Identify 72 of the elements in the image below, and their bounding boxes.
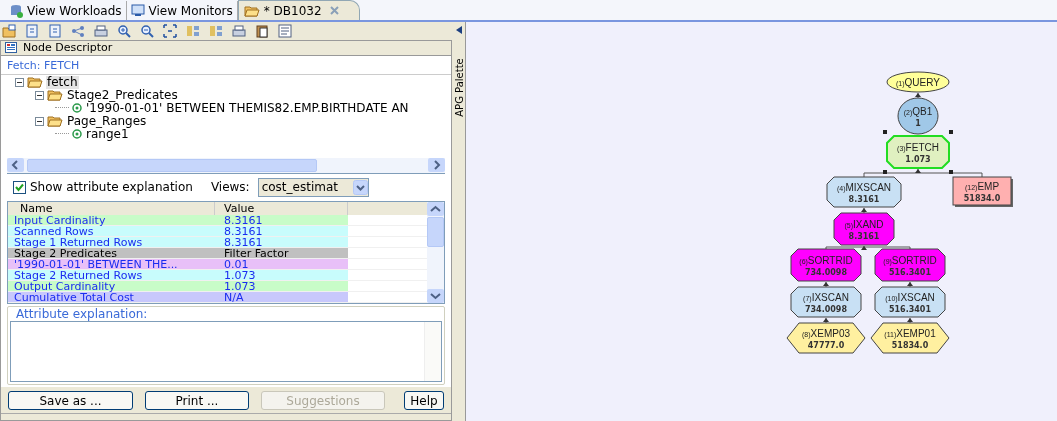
tree-item[interactable]: fetch bbox=[46, 75, 79, 89]
tab[interactable]: View Monitors bbox=[126, 1, 238, 20]
list-icon[interactable] bbox=[278, 24, 292, 38]
node-title: Fetch: FETCH bbox=[1, 55, 451, 75]
scroll-thumb[interactable] bbox=[27, 158, 317, 172]
table-cell: 1.073 bbox=[215, 281, 348, 292]
tab[interactable]: * DB1032 bbox=[237, 0, 360, 20]
button[interactable]: Save as ... bbox=[8, 390, 133, 410]
document-icon[interactable] bbox=[48, 24, 62, 38]
zoom-in-icon[interactable] bbox=[117, 24, 131, 38]
table-cell: Output Cardinality bbox=[8, 281, 215, 292]
tree-item[interactable]: '1990-01-01' BETWEEN THEMIS82.EMP.BIRTHDATE AN bbox=[85, 101, 410, 115]
views-label: Views: bbox=[210, 179, 250, 197]
table-cell: 8.3161 bbox=[215, 215, 348, 226]
palette-title[interactable]: APG Palette bbox=[451, 49, 466, 126]
document-icon[interactable] bbox=[25, 24, 39, 38]
views-dropdown[interactable]: cost_estimat bbox=[257, 177, 369, 197]
monitor-icon bbox=[130, 4, 145, 17]
printer-icon[interactable] bbox=[94, 24, 108, 38]
fit-icon[interactable] bbox=[163, 24, 177, 38]
table-cell: 0.01 bbox=[215, 259, 348, 270]
attribute-icon bbox=[72, 103, 82, 114]
layout-icon[interactable] bbox=[186, 24, 200, 38]
folder-icon bbox=[47, 115, 63, 128]
explanation-field[interactable] bbox=[10, 321, 442, 383]
table-cell: Stage 2 Predicates bbox=[8, 248, 215, 259]
table-cell: Stage 2 Returned Rows bbox=[8, 270, 215, 281]
layout-icon[interactable] bbox=[209, 24, 223, 38]
attribute-icon bbox=[72, 129, 82, 140]
scroll-thumb[interactable] bbox=[427, 217, 444, 248]
button[interactable]: Print ... bbox=[145, 390, 249, 410]
table-cell: Cumulative Total Cost bbox=[8, 292, 215, 303]
horizontal-scrollbar[interactable] bbox=[7, 157, 445, 173]
tab[interactable]: View Workloads bbox=[6, 1, 127, 20]
collapse-icon[interactable] bbox=[35, 90, 44, 100]
scroll-up-button[interactable] bbox=[427, 202, 444, 217]
folder-icon[interactable] bbox=[2, 24, 16, 38]
folder-icon bbox=[243, 4, 260, 17]
scroll-left-button[interactable] bbox=[7, 158, 24, 173]
vertical-scrollbar bbox=[424, 322, 441, 382]
database-icon bbox=[10, 3, 23, 18]
group-label: Attribute explanation: bbox=[15, 307, 149, 322]
tree-item[interactable]: Page_Ranges bbox=[66, 114, 148, 128]
scroll-down-button[interactable] bbox=[427, 289, 444, 304]
table-cell: 8.3161 bbox=[215, 226, 348, 237]
table-cell: Scanned Rows bbox=[8, 226, 215, 237]
vertical-scrollbar[interactable] bbox=[427, 202, 444, 304]
table-cell: 1.073 bbox=[215, 270, 348, 281]
collapse-icon[interactable] bbox=[15, 77, 24, 87]
zoom-out-icon[interactable] bbox=[140, 24, 154, 38]
folder-icon bbox=[47, 89, 63, 102]
table-cell: Input Cardinality bbox=[8, 215, 215, 226]
table-cell: Filter Factor bbox=[215, 248, 348, 259]
panel-title: Node Descriptor bbox=[23, 42, 113, 54]
tree-item[interactable]: range1 bbox=[85, 127, 130, 141]
close-icon[interactable] bbox=[329, 6, 339, 15]
folder-icon bbox=[27, 76, 43, 89]
button[interactable]: Help bbox=[404, 390, 444, 410]
checkbox[interactable] bbox=[13, 180, 26, 194]
network-icon[interactable] bbox=[71, 24, 85, 38]
collapse-icon[interactable] bbox=[35, 116, 44, 126]
tree-item[interactable]: Stage2_Predicates bbox=[66, 88, 179, 102]
button: Suggestions bbox=[261, 390, 385, 410]
checkbox-label: Show attribute explanation bbox=[30, 179, 193, 197]
table-cell: '1990-01-01' BETWEEN THE... bbox=[8, 259, 215, 270]
collapse-arrow-icon[interactable] bbox=[455, 26, 462, 34]
table-cell: N/A bbox=[215, 292, 348, 303]
scroll-right-button[interactable] bbox=[428, 158, 445, 173]
table-cell: 8.3161 bbox=[215, 237, 348, 248]
table-cell: Stage 1 Returned Rows bbox=[8, 237, 215, 248]
clipboard-icon[interactable] bbox=[255, 24, 269, 38]
printer-icon[interactable] bbox=[232, 24, 246, 38]
